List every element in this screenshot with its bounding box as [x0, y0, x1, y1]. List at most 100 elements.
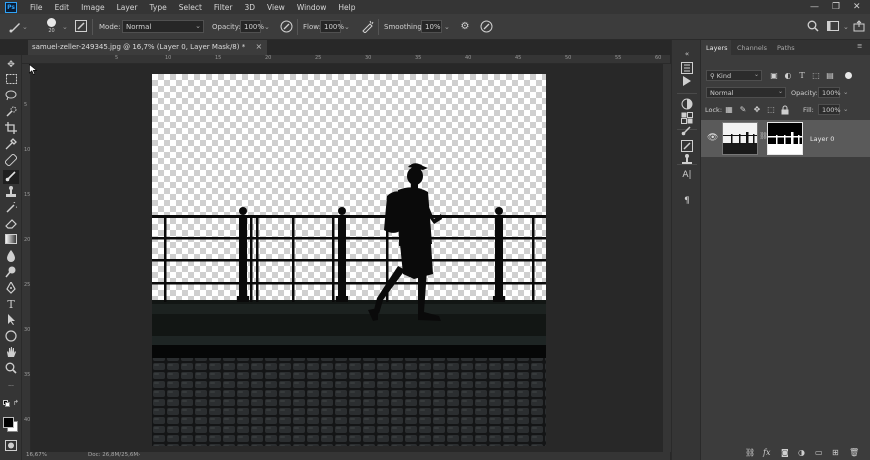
tab-layers[interactable]: Layers	[706, 44, 728, 52]
pen-tool-icon[interactable]	[3, 280, 19, 296]
menu-3d[interactable]: 3D	[244, 3, 255, 12]
blend-mode-dropdown[interactable]: Normal ⌄	[706, 87, 786, 98]
panel-menu-icon[interactable]: ≡	[857, 42, 862, 50]
brushes-panel-icon[interactable]	[680, 124, 694, 138]
clone-source-panel-icon[interactable]	[680, 154, 694, 168]
dodge-tool-icon[interactable]	[3, 266, 19, 280]
brush-settings-panel-icon[interactable]	[680, 140, 694, 154]
share-icon[interactable]	[852, 20, 866, 34]
lock-all-icon[interactable]	[780, 105, 790, 115]
gear-icon[interactable]: ⚙	[458, 20, 472, 34]
workspace-icon[interactable]	[826, 20, 840, 34]
quick-mask-icon[interactable]	[3, 440, 19, 454]
shape-filter-icon[interactable]: ⬚	[811, 71, 821, 81]
swap-colors-icon[interactable]: ↱	[13, 399, 19, 407]
add-mask-icon[interactable]: ◙	[781, 448, 789, 457]
more-tools-icon[interactable]: ···	[3, 382, 19, 392]
flow-input[interactable]: 100%	[320, 20, 344, 33]
new-layer-icon[interactable]: ⊞	[832, 448, 839, 457]
tab-paths[interactable]: Paths	[777, 44, 795, 52]
close-icon[interactable]: ✕	[853, 2, 861, 12]
foreground-color-swatch[interactable]	[3, 417, 14, 428]
fill-arrow-icon[interactable]: ⌄	[843, 105, 848, 113]
paragraph-panel-icon[interactable]: ¶	[680, 194, 694, 208]
type-tool-icon[interactable]: T	[3, 298, 19, 312]
pressure-size-icon[interactable]	[479, 20, 493, 34]
document-canvas[interactable]	[152, 74, 546, 446]
brush-preview-icon[interactable]: 20	[45, 18, 58, 34]
document-tab[interactable]: samuel-zeller-249345.jpg @ 16,7% (Layer …	[28, 40, 268, 55]
menu-type[interactable]: Type	[150, 3, 167, 12]
pixel-filter-icon[interactable]: ▣	[769, 71, 779, 81]
layer-name[interactable]: Layer 0	[810, 135, 834, 143]
status-menu-arrow-icon[interactable]: ›	[138, 452, 140, 458]
gradient-tool-icon[interactable]	[3, 234, 19, 248]
brush-tool-icon[interactable]	[3, 170, 19, 184]
quick-selection-tool-icon[interactable]	[3, 106, 19, 120]
zoom-tool-icon[interactable]	[3, 362, 19, 376]
restore-icon[interactable]: ❐	[832, 2, 840, 12]
lock-image-icon[interactable]: ✎	[738, 105, 748, 115]
history-brush-tool-icon[interactable]	[3, 200, 21, 216]
menu-layer[interactable]: Layer	[117, 3, 138, 12]
zoom-level[interactable]: 16,67%	[26, 452, 47, 458]
visibility-eye-icon[interactable]: 👁	[707, 133, 718, 143]
collapse-panels-icon[interactable]: «	[680, 47, 694, 61]
minimize-icon[interactable]: —	[810, 2, 819, 12]
lasso-tool-icon[interactable]	[3, 90, 19, 104]
healing-brush-tool-icon[interactable]	[3, 153, 19, 168]
brush-tool-icon[interactable]	[8, 20, 22, 34]
menu-image[interactable]: Image	[81, 3, 105, 12]
flow-arrow-icon[interactable]: ⌄	[344, 23, 350, 31]
layer-opacity-input[interactable]: 100%	[818, 87, 841, 98]
close-tab-icon[interactable]: ×	[256, 42, 263, 51]
menu-select[interactable]: Select	[179, 3, 202, 12]
path-selection-tool-icon[interactable]	[3, 314, 19, 328]
menu-help[interactable]: Help	[338, 3, 355, 12]
smart-object-filter-icon[interactable]: ▤	[825, 71, 835, 81]
move-tool-icon[interactable]: ✥	[3, 58, 19, 72]
character-panel-icon[interactable]: A|	[680, 168, 694, 182]
menu-window[interactable]: Window	[297, 3, 327, 12]
color-panel-icon[interactable]	[680, 98, 694, 112]
mode-dropdown[interactable]: Normal ⌄	[122, 20, 204, 33]
tool-preset-arrow-icon[interactable]: ⌄	[22, 23, 28, 31]
smoothing-input[interactable]: 10%	[421, 20, 442, 33]
vertical-scrollbar[interactable]	[663, 64, 671, 452]
brush-settings-icon[interactable]	[74, 20, 88, 34]
new-group-icon[interactable]: ▭	[815, 448, 823, 457]
filter-toggle-icon[interactable]	[845, 72, 852, 79]
opacity-arrow-icon[interactable]: ⌄	[264, 23, 270, 31]
adjustment-layer-icon[interactable]: ◑	[798, 448, 805, 457]
tab-channels[interactable]: Channels	[737, 44, 767, 52]
blur-tool-icon[interactable]	[3, 250, 19, 264]
hand-tool-icon[interactable]	[3, 346, 19, 360]
ellipse-tool-icon[interactable]	[3, 330, 19, 344]
pressure-opacity-icon[interactable]	[279, 20, 293, 34]
adjustment-filter-icon[interactable]: ◐	[783, 71, 793, 81]
lock-artboard-icon[interactable]: ⬚	[766, 105, 776, 115]
search-icon[interactable]	[806, 20, 820, 34]
type-filter-icon[interactable]: T	[797, 71, 807, 81]
airbrush-icon[interactable]	[360, 20, 374, 34]
layer-style-icon[interactable]: fx	[763, 448, 770, 457]
clone-stamp-tool-icon[interactable]	[3, 186, 19, 200]
default-colors-icon[interactable]	[3, 400, 11, 408]
layer-filter-dropdown[interactable]: ⚲ Kind ⌄	[706, 70, 762, 81]
layer-thumbnail[interactable]	[722, 122, 758, 155]
link-layers-icon[interactable]: ⛓	[745, 448, 755, 457]
marquee-tool-icon[interactable]	[3, 74, 19, 88]
lock-transparent-icon[interactable]: ▦	[724, 105, 734, 115]
eraser-tool-icon[interactable]	[3, 218, 19, 232]
menu-file[interactable]: File	[30, 3, 43, 12]
opacity-arrow-icon[interactable]: ⌄	[843, 88, 848, 96]
brush-picker-arrow-icon[interactable]: ⌄	[62, 23, 68, 31]
layer-mask-thumbnail[interactable]	[767, 122, 803, 155]
smoothing-arrow-icon[interactable]: ⌄	[444, 23, 450, 31]
fill-input[interactable]: 100%	[818, 104, 841, 115]
crop-tool-icon[interactable]	[3, 122, 19, 136]
workspace-arrow-icon[interactable]: ⌄	[843, 23, 849, 31]
trash-icon[interactable]: 🗑	[849, 448, 859, 457]
actions-panel-icon[interactable]	[680, 76, 694, 90]
opacity-input[interactable]: 100%	[240, 20, 264, 33]
